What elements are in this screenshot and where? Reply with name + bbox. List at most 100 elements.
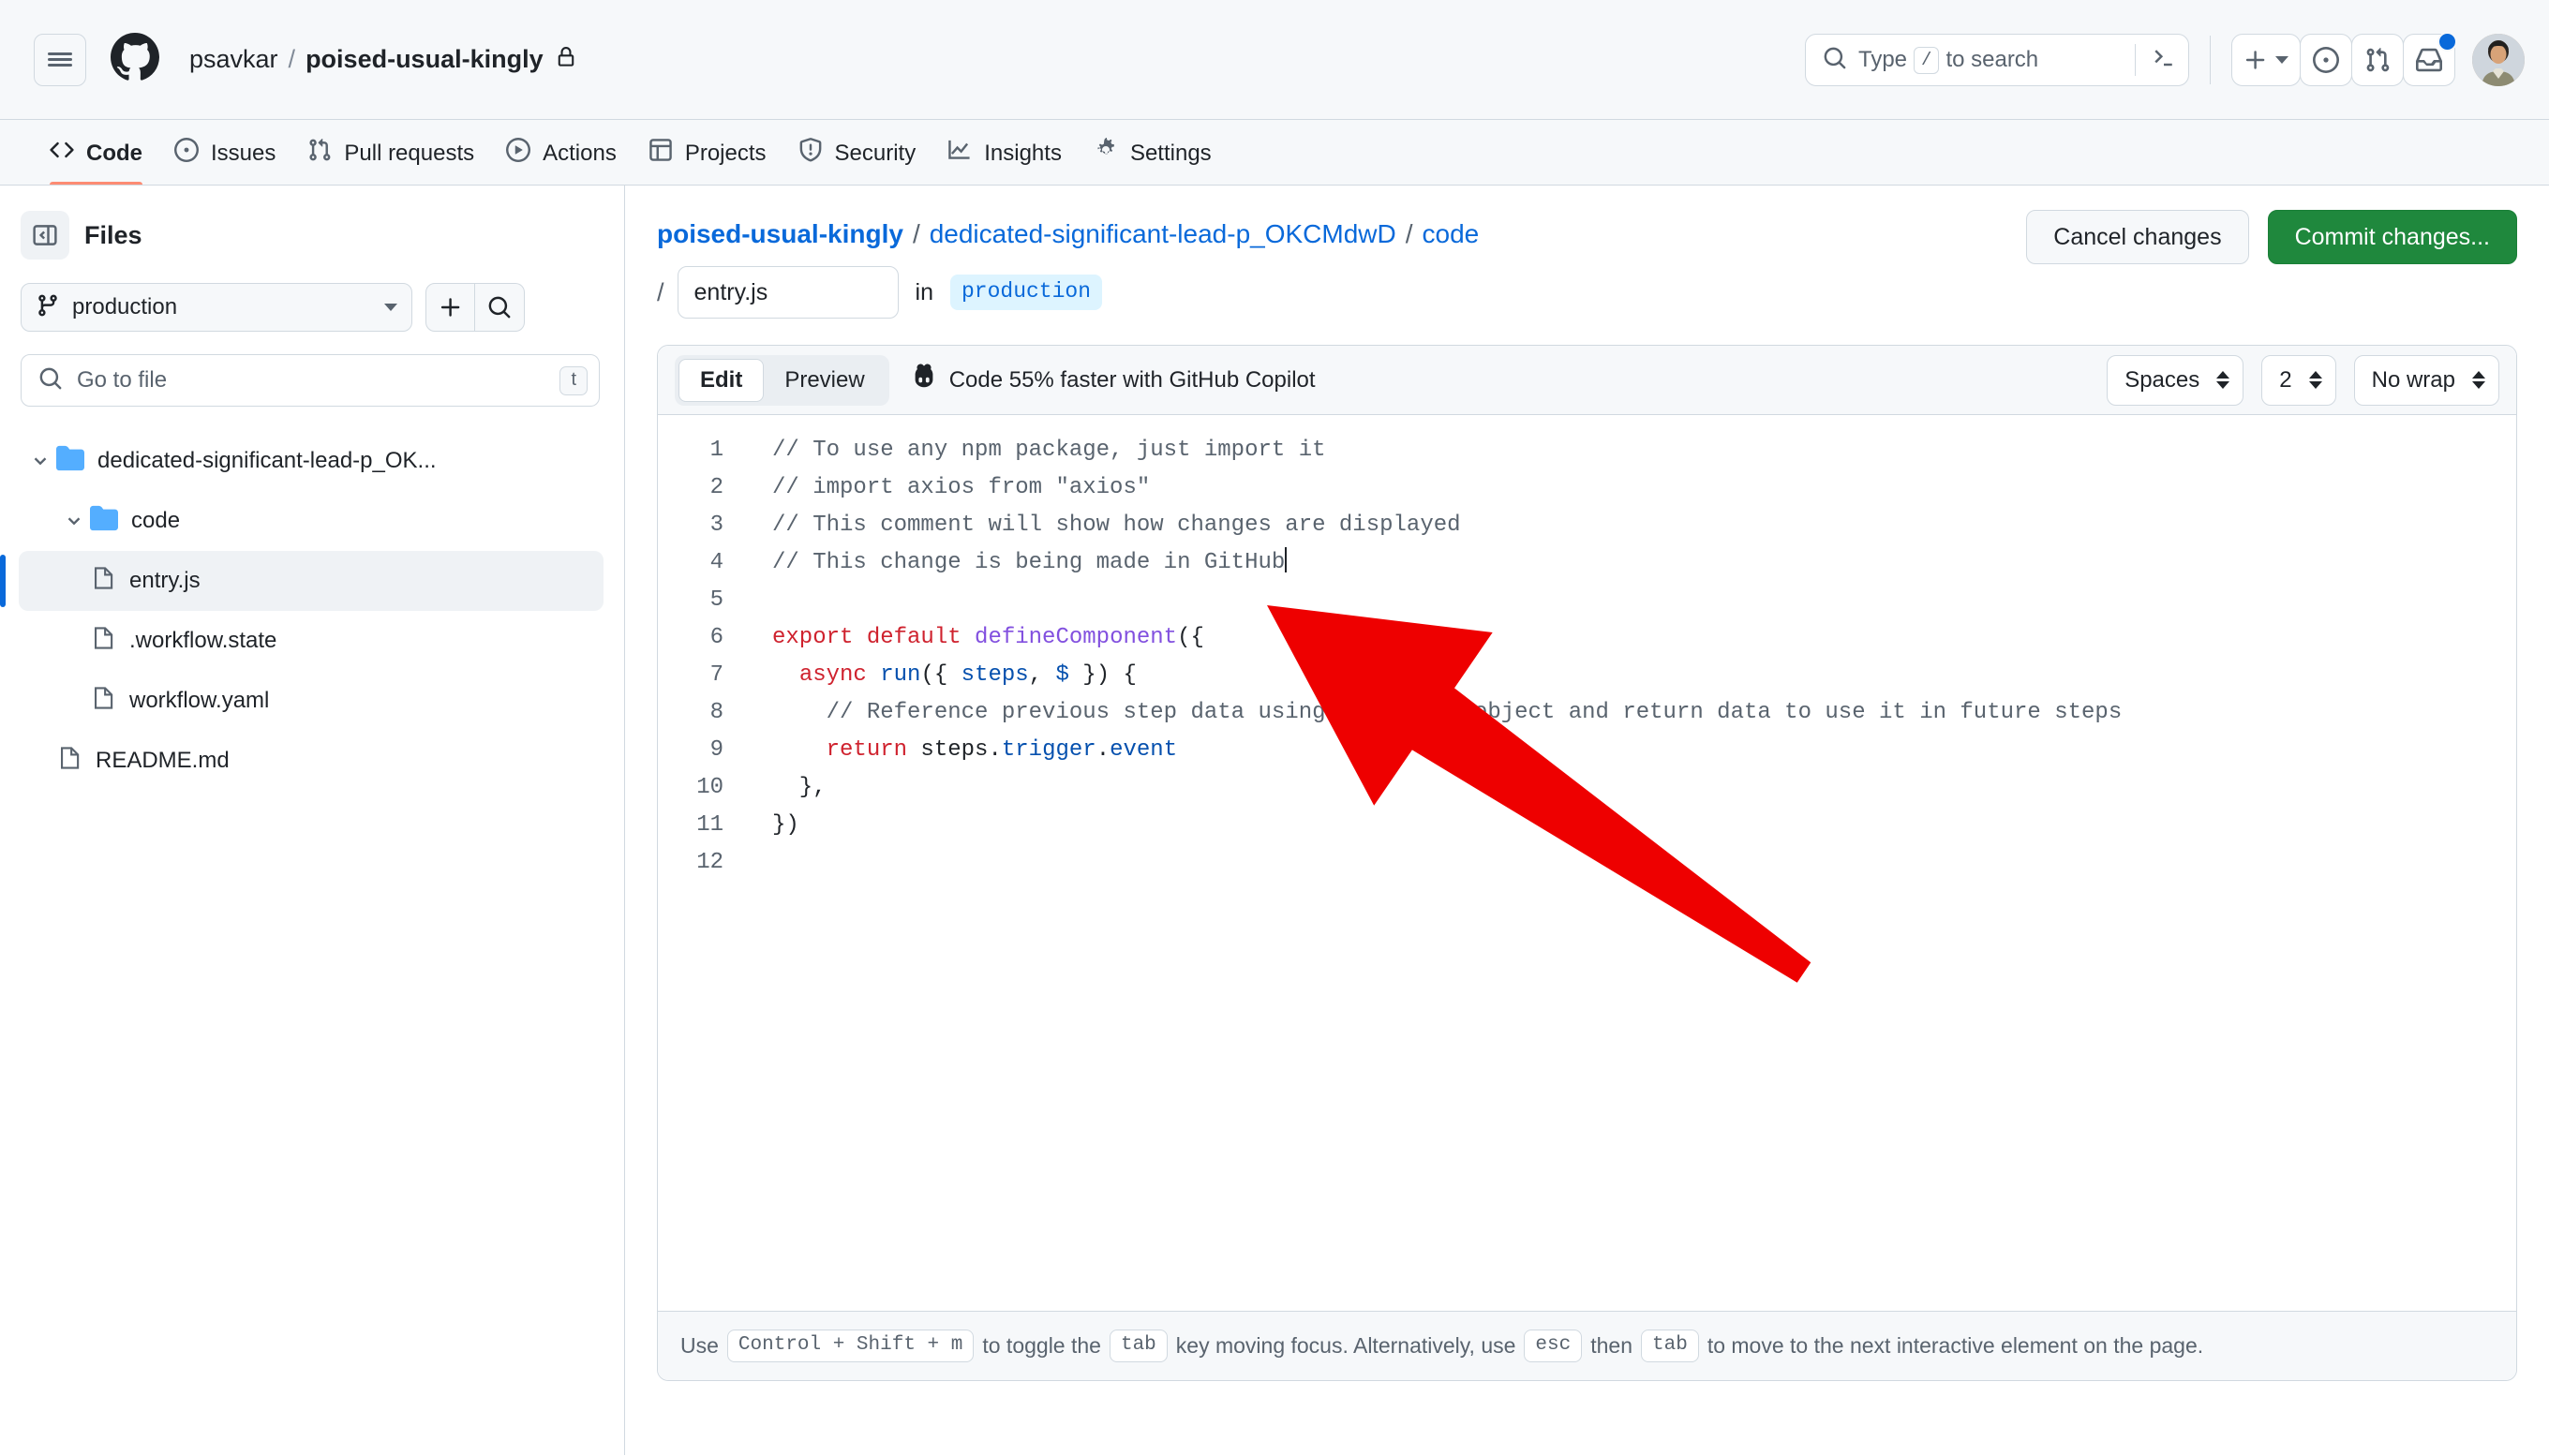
sort-icon — [2308, 371, 2322, 389]
branch-name: production — [72, 294, 178, 319]
sidebar-header: Files — [0, 208, 624, 262]
code-icon — [50, 138, 74, 169]
status-text: key moving focus. Alternatively, use — [1175, 1333, 1516, 1358]
avatar[interactable] — [2472, 34, 2525, 86]
branch-row: production — [0, 262, 624, 332]
sidebar-buttons — [425, 283, 525, 332]
editor-status-bar: Use Control + Shift + m to toggle the ta… — [658, 1311, 2516, 1380]
tree-item-file-readme[interactable]: README.md — [0, 731, 624, 791]
code-line: }) — [772, 812, 799, 838]
tree-item-file-workflow-yaml[interactable]: workflow.yaml — [0, 671, 624, 731]
line-number: 2 — [709, 475, 723, 500]
file-icon — [92, 684, 116, 719]
tab-label: Security — [834, 140, 917, 166]
tab-pull-requests[interactable]: Pull requests — [291, 138, 490, 185]
tab-security[interactable]: Security — [783, 138, 932, 185]
line-number: 1 — [709, 438, 723, 463]
line-number: 9 — [709, 737, 723, 763]
breadcrumb-repo-link[interactable]: poised-usual-kingly — [657, 219, 903, 249]
status-text: then — [1590, 1333, 1632, 1358]
commit-changes-button[interactable]: Commit changes... — [2267, 210, 2517, 264]
owner-link[interactable]: psavkar — [189, 45, 278, 74]
copilot-promo-text: Code 55% faster with GitHub Copilot — [948, 366, 1316, 393]
editor-toolbar: Edit Preview Code 55% faster with GitHub… — [658, 346, 2516, 415]
tab-actions[interactable]: Actions — [490, 138, 633, 185]
copilot-promo[interactable]: Code 55% faster with GitHub Copilot — [910, 363, 1316, 397]
tab-code[interactable]: Code — [34, 138, 158, 185]
play-icon — [506, 138, 531, 169]
issues-button[interactable] — [2300, 34, 2352, 86]
line-number: 12 — [696, 850, 723, 875]
code-line: export default defineComponent({ — [772, 625, 1204, 650]
search-files-button[interactable] — [475, 283, 525, 332]
tab-projects[interactable]: Projects — [633, 138, 783, 185]
code-line: // To use any npm package, just import i… — [772, 438, 1326, 463]
breadcrumb-folder-link-2[interactable]: code — [1423, 219, 1480, 249]
tab-label: Settings — [1129, 140, 1212, 166]
indent-mode-select[interactable]: Spaces — [2107, 354, 2244, 406]
line-number: 3 — [709, 513, 723, 538]
editor-actions: Cancel changes Commit changes... — [2026, 210, 2517, 264]
file-tree: dedicated-significant-lead-p_OK... code … — [0, 431, 624, 791]
indent-size-select[interactable]: 2 — [2261, 354, 2336, 406]
tree-item-label: entry.js — [129, 568, 201, 593]
shield-icon — [798, 138, 823, 169]
tree-item-label: workflow.yaml — [129, 688, 270, 713]
pull-requests-button[interactable] — [2351, 34, 2404, 86]
status-text: Use — [680, 1333, 719, 1358]
in-label: in — [915, 278, 933, 305]
editor-settings: Spaces 2 No wrap — [2107, 354, 2499, 406]
add-file-button[interactable] — [425, 283, 475, 332]
notifications-button[interactable] — [2403, 32, 2457, 86]
search-icon — [38, 366, 63, 395]
command-palette-icon[interactable] — [2151, 45, 2177, 76]
create-new-button[interactable] — [2231, 34, 2301, 86]
code-line: }, — [772, 775, 827, 800]
cancel-changes-button[interactable]: Cancel changes — [2026, 210, 2249, 264]
file-editor: Edit Preview Code 55% faster with GitHub… — [657, 345, 2517, 1381]
code-line: // This change is being made in GitHub — [772, 544, 2516, 582]
tab-insights[interactable]: Insights — [932, 138, 1078, 185]
search-input[interactable]: Go to file t — [21, 354, 600, 407]
tab-edit[interactable]: Edit — [678, 358, 765, 402]
tab-label: Code — [86, 140, 142, 166]
header-divider — [2210, 36, 2211, 84]
shortcut-hint: t — [559, 365, 588, 395]
chevron-down-icon — [2275, 56, 2288, 64]
page-body: Files production Go to file t dedicated-… — [0, 186, 2549, 1455]
tree-item-folder-root[interactable]: dedicated-significant-lead-p_OK... — [0, 431, 624, 491]
code-editor-area[interactable]: 1 2 3 4 5 6 7 8 9 10 11 12 // To use any npm packag… — [658, 415, 2516, 1311]
filename-input[interactable]: entry.js — [677, 266, 899, 319]
chevron-down-icon — [24, 451, 56, 471]
chevron-down-icon — [58, 511, 90, 531]
indent-size-value: 2 — [2279, 366, 2292, 393]
tree-item-file-workflow-state[interactable]: .workflow.state — [0, 611, 624, 671]
tree-item-file-entry-js[interactable]: entry.js — [0, 551, 604, 611]
tab-issues[interactable]: Issues — [158, 138, 291, 185]
tab-settings[interactable]: Settings — [1078, 138, 1228, 185]
github-logo-icon[interactable] — [111, 33, 159, 86]
issue-opened-icon — [174, 138, 199, 169]
repository-nav: Code Issues Pull requests Actions Projec… — [0, 120, 2549, 186]
kbd-esc: esc — [1524, 1330, 1583, 1362]
tree-item-folder-code[interactable]: code — [0, 491, 624, 551]
repository-link[interactable]: poised-usual-kingly — [306, 45, 544, 74]
open-navigation-button[interactable] — [34, 33, 86, 86]
code-content[interactable]: // To use any npm package, just import i… — [731, 432, 2516, 1311]
tab-preview[interactable]: Preview — [764, 359, 885, 402]
git-pull-request-icon — [307, 138, 332, 169]
wrap-mode-select[interactable]: No wrap — [2353, 354, 2499, 406]
branch-chip: production — [949, 275, 1103, 310]
search-input[interactable]: Type / to search — [1805, 34, 2189, 86]
breadcrumb-separator: / — [288, 45, 296, 73]
code-line: return steps.trigger.event — [826, 737, 1178, 763]
tab-label: Projects — [684, 140, 767, 166]
sidebar-collapse-icon[interactable] — [21, 211, 69, 260]
folder-icon — [90, 504, 118, 539]
line-number: 4 — [709, 550, 723, 575]
branch-selector[interactable]: production — [21, 283, 412, 332]
breadcrumb-folder-link-1[interactable]: dedicated-significant-lead-p_OKCMdwD — [930, 219, 1396, 249]
edit-preview-tabs: Edit Preview — [675, 354, 889, 406]
slash-key-hint: / — [1914, 46, 1940, 74]
lock-icon — [556, 45, 576, 74]
